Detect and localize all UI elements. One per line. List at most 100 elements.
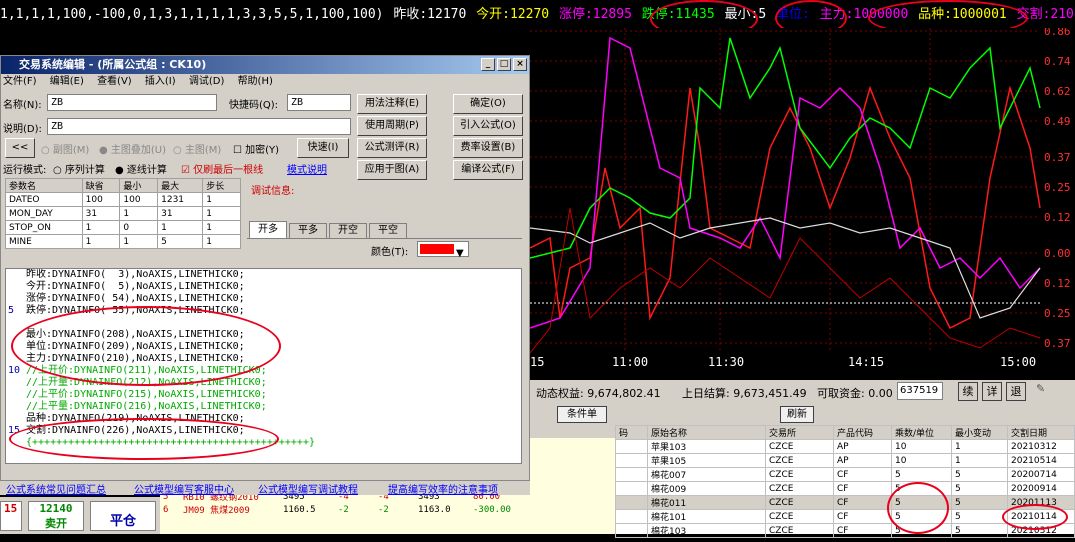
menu-view[interactable]: 查看(V) xyxy=(97,76,132,87)
radio-label: 副图(M) xyxy=(52,145,90,156)
variety: 品种:1000001 xyxy=(918,7,1007,22)
period-button[interactable]: 使用周期(P) xyxy=(357,116,427,136)
color-select[interactable]: ▼ xyxy=(417,241,469,259)
runmode-label: 运行模式: xyxy=(3,165,47,176)
radio-label: 逐线计算 xyxy=(126,165,167,176)
name-label: 名称(N): xyxy=(3,100,42,111)
code-line: 今开:DYNAINFO( 5),NoAXIS,LINETHICK0; xyxy=(26,281,245,292)
tab-close-long[interactable]: 平多 xyxy=(289,223,327,239)
table-row[interactable]: 棉花009 CZCE CF 5 5 20200914 xyxy=(615,481,1075,496)
formula-editor-dialog: 交易系统编辑 - (所属公式组 : CK10) _ □ × 文件(F) 编辑(E… xyxy=(0,55,530,481)
table-row[interactable]: STOP_ON 1 0 1 1 xyxy=(5,220,241,235)
apply-button[interactable]: 应用于图(A) xyxy=(357,160,427,180)
table-row[interactable]: 棉花103 CZCE CF 5 5 20210312 xyxy=(615,523,1075,538)
col-header[interactable]: 码 xyxy=(615,425,648,440)
radio-subchart[interactable]: ○ 副图(M) xyxy=(41,141,89,156)
close-button[interactable]: × xyxy=(513,58,527,71)
sell-open-button[interactable]: 12140 卖开 xyxy=(28,501,84,531)
table-row[interactable]: MON_DAY 31 1 31 1 xyxy=(5,206,241,221)
tips-link[interactable]: 提高编写效率的注意事项 xyxy=(388,481,498,496)
import-button[interactable]: 引入公式(O) xyxy=(453,116,523,136)
code-line: 单位:DYNAINFO(209),NoAXIS,LINETHICK0; xyxy=(26,341,245,352)
col-header[interactable]: 最小变动 xyxy=(951,425,1008,440)
tabbar: 条件单 刷新 xyxy=(530,404,1075,425)
table-row[interactable]: 苹果103 CZCE AP 10 1 20210312 xyxy=(615,439,1075,454)
param-table: 参数名 缺省 最小 最大 步长 DATEO 100 100 1231 1 MON_DAY 31 1 3… xyxy=(5,178,241,249)
table-row[interactable]: 棉花011 CZCE CF 5 5 20201113 xyxy=(615,495,1075,510)
code-line: //上平价:DYNAINFO(215),NoAXIS,LINETHICK0; xyxy=(26,389,267,400)
intraday-chart[interactable]: 15 11:00 11:30 14:15 15:00 0.86 0.74 0.6… xyxy=(530,28,1075,378)
tool-icon[interactable]: ✎ xyxy=(1036,382,1045,395)
radio-serial[interactable]: ○ 序列计算 xyxy=(53,161,105,176)
only-last-checkbox[interactable]: ☑ 仅刷最后一根线 xyxy=(181,161,263,176)
code-line: 15 交割:DYNAINFO(226),NoAXIS,LINETHICK0; xyxy=(8,425,245,436)
col-header[interactable]: 原始名称 xyxy=(647,425,766,440)
col-header: 步长 xyxy=(202,178,241,193)
menu-file[interactable]: 文件(F) xyxy=(3,76,37,87)
code-editor[interactable]: 昨收:DYNAINFO( 3),NoAXIS,LINETHICK0; 今开:DY… xyxy=(5,268,522,464)
code-line: 10//上开价:DYNAINFO(211),NoAXIS,LINETHICK0; xyxy=(8,365,267,376)
dialog-titlebar[interactable]: 交易系统编辑 - (所属公式组 : CK10) _ □ × xyxy=(1,56,529,74)
code-line: 品种:DYNAINFO(219),NoAXIS,LINETHICK0; xyxy=(26,413,245,424)
maximize-button[interactable]: □ xyxy=(497,58,511,71)
name-input[interactable]: ZB xyxy=(47,94,217,111)
radio-overlay[interactable]: ● 主图叠加(U) xyxy=(99,141,166,156)
menu-insert[interactable]: 插入(I) xyxy=(145,76,176,87)
account-select[interactable]: 637519 xyxy=(897,382,943,400)
table-row[interactable]: MINE 1 1 5 1 xyxy=(5,234,241,249)
col-header: 最大 xyxy=(157,178,204,193)
code-line: 5 跌停:DYNAINFO( 55),NoAXIS,LINETHICK0; xyxy=(8,305,245,316)
usage-note-button[interactable]: 用法注释(E) xyxy=(357,94,427,114)
table-row[interactable]: 苹果105 CZCE AP 10 1 20210514 xyxy=(615,453,1075,468)
col-header[interactable]: 乘数/单位 xyxy=(891,425,952,440)
table-row[interactable]: 棉花101 CZCE CF 5 5 20210114 xyxy=(615,509,1075,524)
minimize-button[interactable]: _ xyxy=(481,58,495,71)
debug-label: 调试信息: xyxy=(251,186,295,197)
table-row[interactable]: DATEO 100 100 1231 1 xyxy=(5,192,241,207)
radio-per-bar[interactable]: ● 逐线计算 xyxy=(115,161,167,176)
radio-label: 主图叠加(U) xyxy=(110,145,167,156)
menu-help[interactable]: 帮助(H) xyxy=(238,76,273,87)
condition-order-button[interactable]: 条件单 xyxy=(557,406,607,423)
table-row[interactable]: 6 JM09 焦煤2009 1160.5 -2 -2 1163.0 -300.00 xyxy=(160,503,615,517)
tab-open-short[interactable]: 开空 xyxy=(329,223,367,239)
fee-button[interactable]: 费率设置(B) xyxy=(453,138,523,158)
radio-label: 主图(M) xyxy=(184,145,222,156)
color-label: 颜色(T): xyxy=(371,247,409,258)
detail-button[interactable]: 详 xyxy=(982,382,1002,401)
tick-label: 0.74 xyxy=(1044,55,1071,68)
collapse-button[interactable]: << xyxy=(5,138,35,158)
quick-button[interactable]: 快速(I) xyxy=(297,138,349,158)
price-box[interactable]: 15 xyxy=(0,501,22,531)
close-position-button[interactable]: 平仓 xyxy=(90,501,156,531)
tick-label: 0.86 xyxy=(1044,28,1071,38)
tick-label: 11:00 xyxy=(612,355,648,369)
exit-button[interactable]: 退 xyxy=(1006,382,1026,401)
col-header[interactable]: 产品代码 xyxy=(833,425,892,440)
table-row[interactable]: 棉花007 CZCE CF 5 5 20200714 xyxy=(615,467,1075,482)
ok-button[interactable]: 确定(O) xyxy=(453,94,523,114)
radio-main[interactable]: ○ 主图(M) xyxy=(173,141,221,156)
tab-open-long[interactable]: 开多 xyxy=(249,221,287,239)
refresh-button[interactable]: 刷新 xyxy=(780,406,814,423)
formula-header-bar: 1,1,1,1,100,-100,0,1,3,1,1,1,1,3,3,5,5,1… xyxy=(0,0,1075,30)
service-link[interactable]: 公式模型编写客服中心 xyxy=(134,481,234,496)
menu-debug[interactable]: 调试(D) xyxy=(189,76,225,87)
encrypt-checkbox[interactable]: ☐ 加密(Y) xyxy=(233,141,279,156)
mode-note-link[interactable]: 模式说明 xyxy=(287,161,327,176)
continue-button[interactable]: 续 xyxy=(958,382,978,401)
tab-strip: 开多 平多 开空 平空 xyxy=(247,221,522,239)
test-button[interactable]: 公式测评(R) xyxy=(357,138,427,158)
desc-input[interactable]: ZB xyxy=(47,118,351,135)
hotkey-input[interactable]: ZB xyxy=(287,94,351,111)
col-header[interactable]: 交易所 xyxy=(765,425,834,440)
tick-label: 15:00 xyxy=(1000,355,1036,369)
compile-button[interactable]: 编译公式(F) xyxy=(453,160,523,180)
tutorial-link[interactable]: 公式模型编写调试教程 xyxy=(258,481,358,496)
tab-close-short[interactable]: 平空 xyxy=(369,223,407,239)
formula-params: 1,1,1,1,100,-100,0,1,3,1,1,1,1,3,3,5,5,1… xyxy=(0,7,384,22)
menu-edit[interactable]: 编辑(E) xyxy=(50,76,84,87)
col-header[interactable]: 交割日期 xyxy=(1007,425,1075,440)
faq-link[interactable]: 公式系统常见问题汇总 xyxy=(6,481,106,496)
